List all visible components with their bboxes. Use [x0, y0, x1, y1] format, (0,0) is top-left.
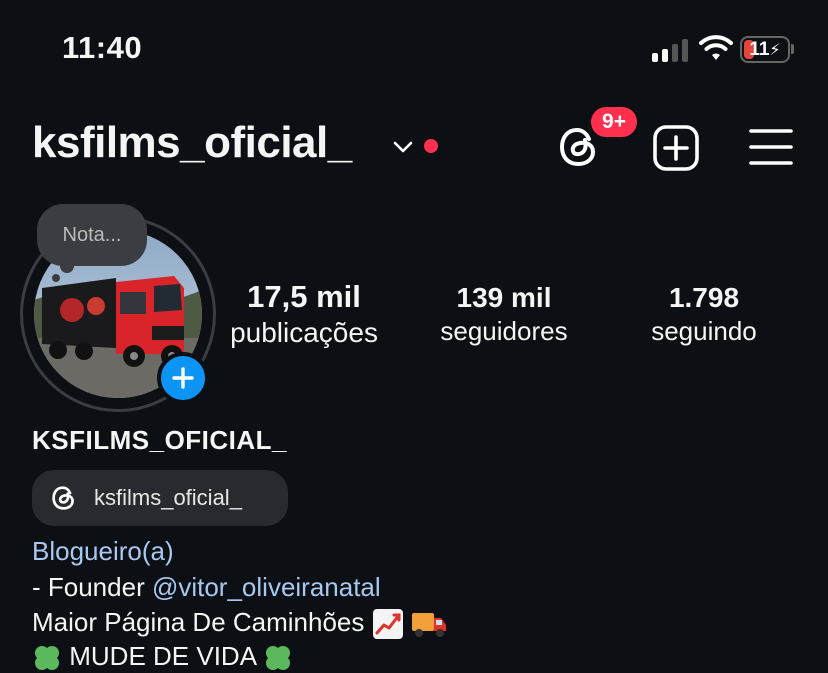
plus-icon	[172, 367, 194, 389]
notification-badge[interactable]: 9+	[588, 104, 640, 140]
bio-line-motto: MUDE DE VIDA	[32, 641, 293, 673]
bio-line-founder: - Founder @vitor_oliveiranatal	[32, 572, 381, 603]
threads-handle: ksfilms_oficial_	[94, 485, 242, 510]
profile-category[interactable]: Blogueiro(a)	[32, 536, 174, 567]
chevron-down-icon[interactable]	[392, 136, 414, 158]
battery-nub	[791, 44, 794, 54]
stat-posts-label: publicações	[230, 317, 378, 348]
wifi-icon	[699, 35, 733, 60]
chart-emoji-icon	[372, 609, 403, 640]
clover-emoji-icon	[35, 646, 59, 671]
bio-tagline-text: Maior Página De Caminhões	[32, 607, 365, 637]
stat-followers-value: 139 mil	[456, 282, 552, 313]
note-bubble-tail-dot	[52, 274, 60, 282]
add-story-button[interactable]	[157, 352, 209, 404]
stat-following-value: 1.798	[668, 282, 740, 313]
bio-founder-prefix: - Founder	[32, 572, 152, 602]
clover-emoji-icon	[265, 646, 290, 671]
profile-full-name: KSFILMS_OFICIAL_	[32, 425, 288, 455]
stat-following-label: seguindo	[651, 316, 757, 346]
create-post-icon[interactable]	[652, 124, 700, 172]
account-username[interactable]: ksfilms_oficial_	[32, 118, 352, 168]
threads-icon	[52, 486, 74, 510]
stat-followers-label: seguidores	[440, 316, 568, 346]
battery-icon: 11 ⚡	[740, 36, 790, 63]
bio-motto-text: MUDE DE VIDA	[69, 641, 256, 671]
signal-icon	[652, 38, 688, 62]
threads-profile-link[interactable]: ksfilms_oficial_	[32, 470, 288, 526]
unread-dot	[424, 139, 438, 153]
stat-followers[interactable]: 139 mil seguidores	[420, 282, 588, 347]
note-bubble[interactable]: Nota...	[37, 204, 147, 266]
bio-line-tagline: Maior Página De Caminhões	[32, 607, 447, 640]
truck-emoji-icon	[411, 613, 446, 638]
stat-posts-value: 17,5 mil	[247, 279, 361, 314]
note-bubble-tail	[60, 259, 74, 273]
battery-level: 11	[749, 38, 770, 60]
stat-posts[interactable]: 17,5 mil publicações	[222, 279, 386, 349]
founder-mention-link[interactable]: @vitor_oliveiranatal	[152, 572, 381, 602]
stat-following[interactable]: 1.798 seguindo	[630, 282, 778, 347]
menu-icon[interactable]	[748, 126, 794, 168]
status-time: 11:40	[62, 30, 143, 65]
